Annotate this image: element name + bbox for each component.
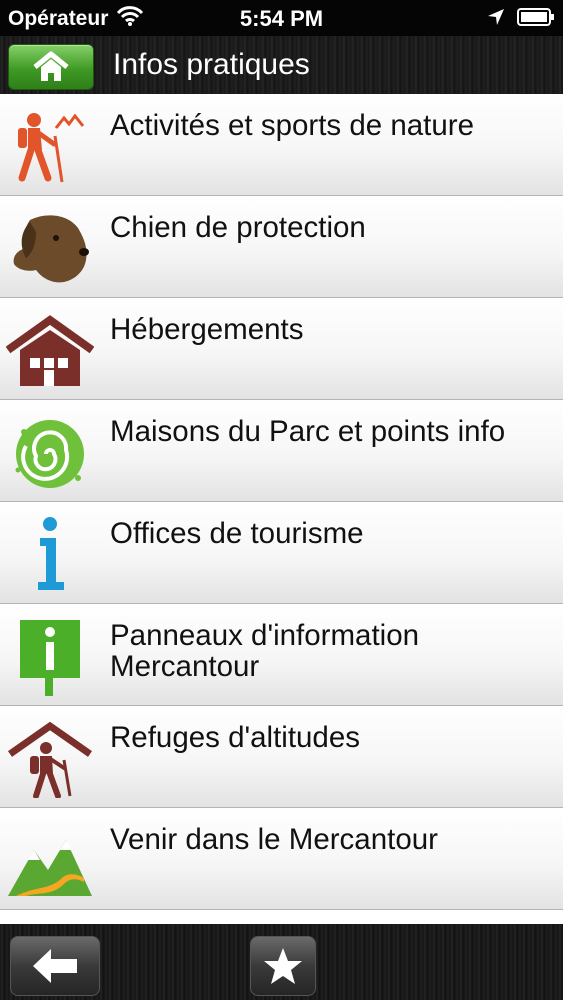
back-button[interactable] [10,936,100,996]
dog-head-icon [6,208,94,288]
list-item-offices-de-tourisme[interactable]: Offices de tourisme [0,502,563,604]
location-arrow-icon [487,8,505,31]
home-button[interactable] [8,44,94,90]
status-bar: Opérateur 5:54 PM [0,0,563,36]
list-item-panneaux[interactable]: Panneaux d'information Mercantour [0,604,563,706]
status-time: 5:54 PM [239,6,324,31]
favorites-button[interactable] [250,936,316,996]
list-item-label: Maisons du Parc et points info [110,415,506,448]
list-item-venir[interactable]: Venir dans le Mercantour [0,808,563,910]
hiker-shelter-icon [6,718,94,798]
list-item-label: Venir dans le Mercantour [110,823,438,856]
list-item-label: Offices de tourisme [110,517,364,550]
info-i-icon [6,514,94,594]
list-item-label: Chien de protection [110,211,366,244]
list-item-label: Panneaux d'information Mercantour [110,619,420,683]
list-item-chien[interactable]: Chien de protection [0,196,563,298]
info-list: Activités et sports de nature Chien de p… [0,94,563,924]
list-item-maisons-du-parc[interactable]: Maisons du Parc et points info [0,400,563,502]
navigation-bar: Infos pratiques [0,36,563,94]
list-item-label: Refuges d'altitudes [110,721,360,754]
bottom-toolbar [0,924,563,1000]
mountain-road-icon [6,820,94,900]
info-sign-panel-icon [6,616,94,696]
house-icon [6,310,94,390]
list-item-hebergements[interactable]: Hébergements [0,298,563,400]
status-indicators [487,8,555,31]
list-item-activites[interactable]: Activités et sports de nature [0,94,563,196]
green-spiral-icon [6,412,94,492]
list-item-label: Hébergements [110,313,304,346]
list-item-label: Activités et sports de nature [110,109,475,142]
battery-icon [517,8,555,31]
page-title: Infos pratiques [113,48,310,81]
hiker-mountains-icon [6,106,94,186]
list-item-refuges[interactable]: Refuges d'altitudes [0,706,563,808]
